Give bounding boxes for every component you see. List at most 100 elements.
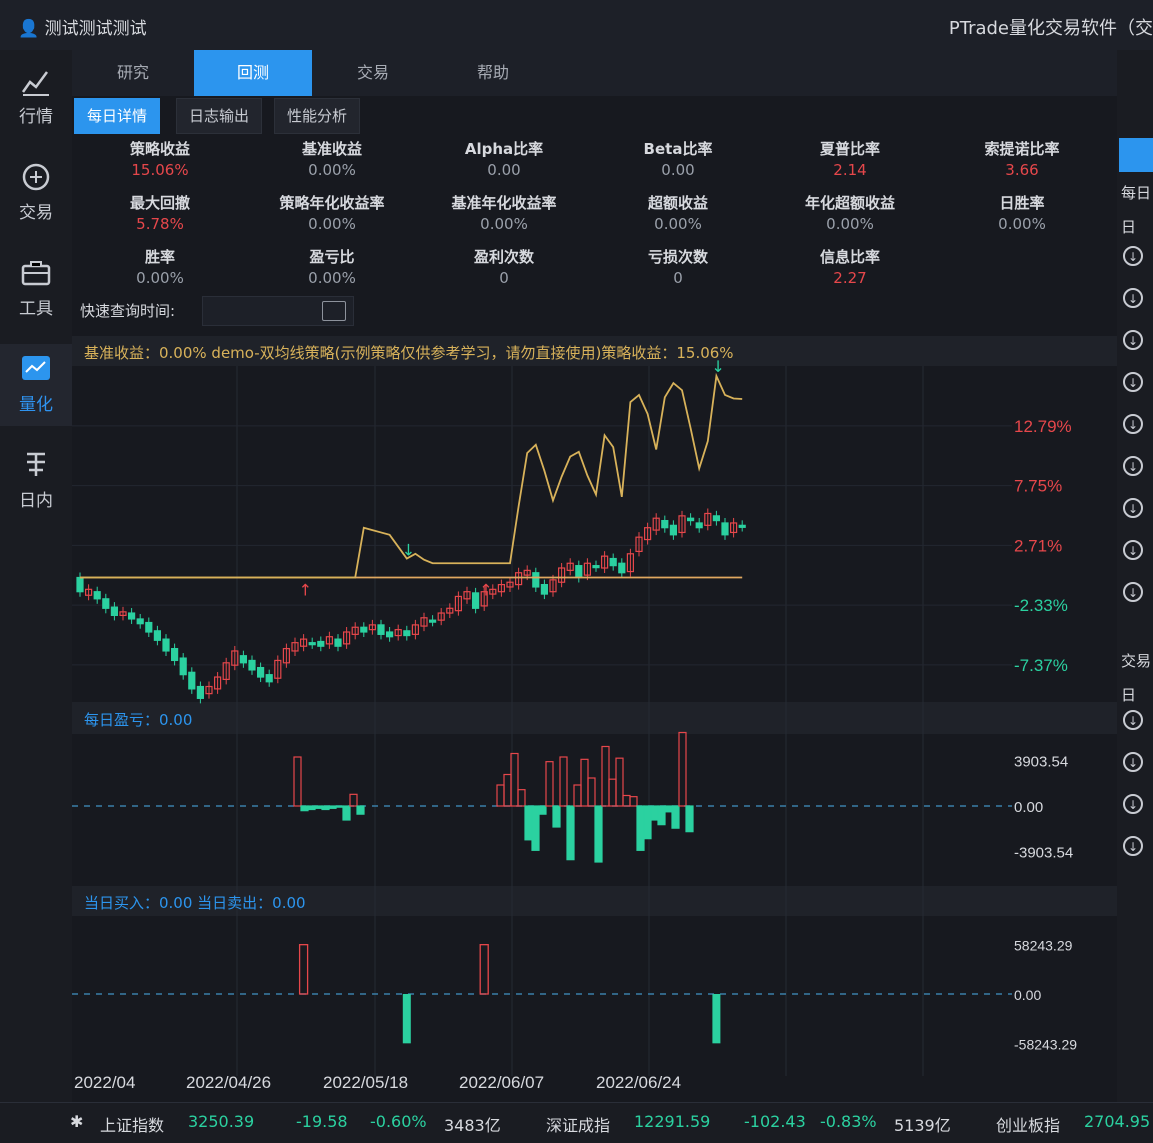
pin-icon[interactable]: ✱: [70, 1112, 83, 1131]
sh-index-volume: 3483亿: [444, 1116, 501, 1135]
download-icon[interactable]: ↓: [1123, 372, 1143, 392]
download-icon[interactable]: ↓: [1123, 414, 1143, 434]
right-panel: 每日 日 交易 日 ↓ ↓ ↓ ↓ ↓ ↓ ↓ ↓ ↓ ↓ ↓ ↓ ↓: [1117, 50, 1153, 1102]
metric-label: 亏损次数: [647, 248, 708, 266]
sz-index-pct: -0.83%: [820, 1112, 877, 1131]
backtest-chart: 12.79%7.75%2.71%-2.33%-7.37%↑ ↑↓↓3903.540…: [72, 336, 1117, 1092]
download-icon[interactable]: ↓: [1123, 582, 1143, 602]
calendar-icon[interactable]: [322, 301, 346, 321]
candle-body: [686, 517, 695, 522]
candle-body: [377, 624, 385, 635]
y-tick-label: -2.33%: [1014, 596, 1068, 615]
main-legend: 基准收益：0.00% demo-双均线策略(示例策略仅供参考学习，请勿直接使用)…: [84, 344, 734, 362]
tab-backtest[interactable]: 回测: [194, 50, 312, 96]
metric-value: 0.00%: [308, 215, 356, 233]
metric-item: 日胜率 0.00%: [952, 192, 1092, 233]
pnl-bar: [538, 805, 547, 815]
metric-item: 盈亏比 0.00%: [262, 246, 402, 287]
pnl-bar: [531, 805, 540, 851]
metric-label: 盈利次数: [473, 248, 534, 266]
metric-label: 策略收益: [129, 140, 190, 158]
chart-area: 12.79% 7.75% 2.71% -2.33% -7.37% ↑ ↑ ↓ ↓ 3903.54 0…: [72, 336, 1117, 1096]
download-icon[interactable]: ↓: [1123, 710, 1143, 730]
download-icon[interactable]: ↓: [1123, 540, 1143, 560]
nav-item-trade[interactable]: 交易: [0, 152, 72, 234]
nav-item-intraday[interactable]: 日内: [0, 440, 72, 522]
pnl-bar: [580, 758, 589, 807]
tab-trade[interactable]: 交易: [314, 50, 432, 96]
metric-value: 2.14: [833, 161, 867, 179]
trade-legend: 当日买入：0.00 当日卖出：0.00: [84, 894, 306, 912]
metric-item: 策略收益 15.06%: [90, 138, 230, 179]
download-icon[interactable]: ↓: [1123, 498, 1143, 518]
right-panel-label: 日: [1121, 218, 1137, 236]
download-icon[interactable]: ↓: [1123, 330, 1143, 350]
pnl-bar: [629, 796, 638, 807]
trade-icon: [22, 163, 50, 191]
sh-index-name[interactable]: 上证指数: [100, 1112, 164, 1136]
candle-body: [179, 657, 187, 676]
app-title: PTrade量化交易软件（交: [948, 18, 1153, 39]
subtab-log-output[interactable]: 日志输出: [176, 98, 263, 134]
sh-index-pct: -0.60%: [370, 1112, 427, 1131]
candle-body: [360, 626, 368, 633]
candle-body: [532, 572, 540, 588]
quant-icon: [22, 356, 50, 380]
sz-index-name[interactable]: 深证成指: [546, 1112, 610, 1136]
y-tick-label: 12.79%: [1014, 417, 1072, 436]
pnl-bar: [664, 805, 673, 813]
y-tick-label: -3903.54: [1014, 845, 1073, 862]
candle-body: [592, 565, 600, 569]
metric-item: 胜率 0.00%: [90, 246, 230, 287]
y-tick-label: 2.71%: [1014, 536, 1062, 555]
pnl-bar: [552, 805, 561, 828]
metric-value: 0.00: [487, 161, 521, 179]
tab-research[interactable]: 研究: [74, 50, 192, 96]
candle-body: [248, 659, 256, 671]
nav-label: 日内: [19, 491, 53, 511]
metric-label: 年化超额收益: [804, 194, 895, 212]
tab-help[interactable]: 帮助: [434, 50, 552, 96]
download-icon[interactable]: ↓: [1123, 456, 1143, 476]
pnl-bar: [671, 805, 680, 829]
candle-body: [93, 591, 101, 600]
metric-value: 15.06%: [131, 161, 189, 179]
nav-item-quant[interactable]: 量化: [0, 344, 72, 426]
user-label: 测试测试测试: [44, 19, 147, 39]
metric-value: 0.00%: [826, 215, 874, 233]
x-tick-label: 2022/04: [74, 1073, 135, 1092]
candle-body: [110, 606, 119, 617]
pnl-bar: [573, 784, 582, 807]
y-tick-label: 3903.54: [1014, 753, 1068, 770]
pnl-legend: 每日盈亏：0.00: [84, 711, 193, 729]
candle-body: [403, 630, 411, 637]
candle-body: [317, 640, 325, 647]
pnl-bar: [307, 805, 316, 811]
subtab-performance[interactable]: 性能分析: [274, 98, 361, 134]
metric-label: 基准收益: [301, 140, 362, 158]
download-icon[interactable]: ↓: [1123, 288, 1143, 308]
download-icon[interactable]: ↓: [1123, 836, 1143, 856]
candle-body: [429, 619, 437, 623]
nav-item-tools[interactable]: 工具: [0, 248, 72, 330]
candle-body: [575, 565, 583, 579]
candle-body: [308, 642, 316, 646]
candle-body: [162, 638, 170, 652]
download-icon[interactable]: ↓: [1123, 794, 1143, 814]
download-icon[interactable]: ↓: [1123, 246, 1143, 266]
right-panel-button[interactable]: [1119, 138, 1153, 172]
sub-tabs: 每日详情 日志输出 性能分析: [72, 96, 1117, 136]
y-tick-label: 0.00: [1014, 987, 1041, 1003]
metric-item: Beta比率 0.00: [608, 138, 748, 179]
pnl-bar: [615, 757, 624, 807]
nav-item-quotes[interactable]: 行情: [0, 56, 72, 138]
subtab-daily-detail[interactable]: 每日详情: [74, 98, 161, 134]
cy-index-name[interactable]: 创业板指: [996, 1112, 1060, 1136]
right-panel-label: 每日: [1121, 184, 1152, 202]
candle-body: [145, 621, 153, 633]
user-name[interactable]: 👤 测试测试测试: [18, 14, 147, 39]
nav-label: 行情: [19, 107, 53, 127]
download-icon[interactable]: ↓: [1123, 752, 1143, 772]
metric-label: 索提诺比率: [984, 140, 1060, 158]
metric-item: 超额收益 0.00%: [608, 192, 748, 233]
